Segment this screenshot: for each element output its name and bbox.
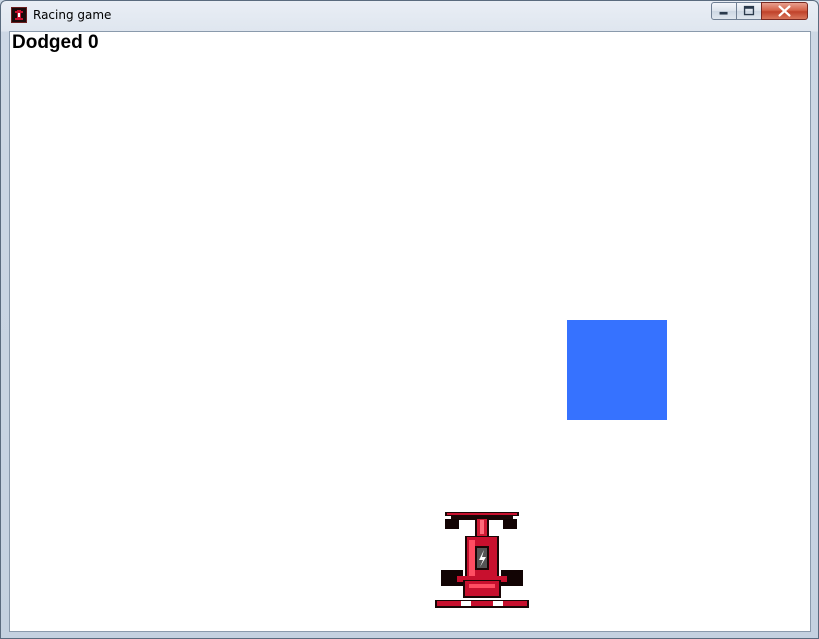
falling-block-obstacle — [567, 320, 667, 420]
player-race-car[interactable] — [431, 510, 531, 612]
maximize-button[interactable] — [736, 2, 762, 20]
game-canvas[interactable]: Dodged 0 — [9, 31, 811, 632]
score-label: Dodged — [12, 32, 83, 53]
score-display: Dodged 0 — [12, 32, 99, 54]
window-title: Racing game — [33, 8, 112, 22]
title-bar[interactable]: Racing game — [1, 1, 818, 30]
close-button[interactable] — [761, 2, 808, 20]
close-icon — [778, 5, 791, 17]
maximize-icon — [743, 5, 755, 16]
score-value: 0 — [88, 32, 99, 53]
race-car-icon — [11, 7, 27, 23]
game-window: Racing game Dodged 0 — [0, 0, 819, 639]
minimize-icon — [719, 11, 728, 15]
minimize-button[interactable] — [711, 2, 737, 20]
